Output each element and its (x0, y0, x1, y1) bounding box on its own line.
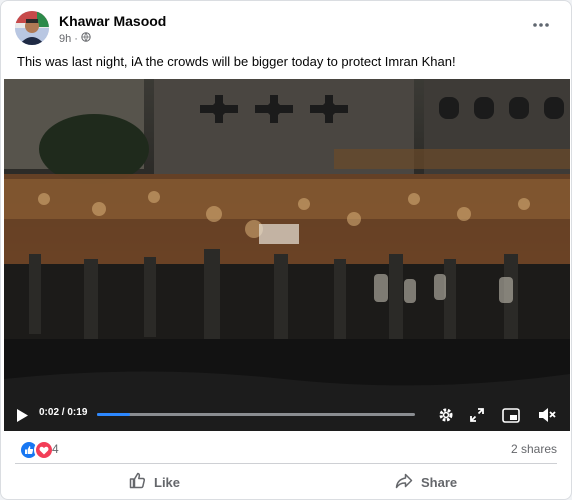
post-header: Khawar Masood 9h · (1, 1, 571, 47)
progress-bar[interactable] (97, 413, 415, 416)
muted-speaker-icon[interactable] (537, 405, 557, 425)
love-reaction-icon (34, 440, 54, 460)
video-time: 0:02 / 0:19 (39, 407, 87, 418)
share-label: Share (421, 474, 458, 490)
author-name[interactable]: Khawar Masood (59, 13, 166, 29)
post-meta: 9h · (59, 32, 91, 45)
reaction-count[interactable]: 4 (52, 442, 59, 456)
share-count[interactable]: 2 shares (511, 442, 557, 456)
expand-icon[interactable] (467, 405, 487, 425)
picture-in-picture-icon[interactable] (501, 405, 521, 425)
author-avatar[interactable] (15, 11, 49, 45)
post-time[interactable]: 9h (59, 33, 71, 45)
current-time: 0:02 (39, 407, 60, 418)
video-frame (4, 79, 570, 431)
like-button[interactable]: Like (129, 469, 180, 495)
globe-icon (81, 32, 91, 45)
post-caption: This was last night, iA the crowds will … (17, 54, 456, 69)
divider (15, 463, 557, 464)
thumbs-up-icon (129, 472, 146, 492)
play-icon[interactable] (16, 409, 28, 427)
gear-icon[interactable] (436, 405, 456, 425)
share-button[interactable]: Share (395, 469, 457, 495)
video-player[interactable]: 0:02 / 0:19 (4, 79, 570, 431)
progress-fill (97, 413, 131, 416)
share-arrow-icon (395, 473, 413, 492)
like-label: Like (154, 474, 181, 490)
video-controls: 0:02 / 0:19 (4, 399, 570, 431)
post-stats: 4 2 shares (1, 433, 571, 461)
separator-dot: · (74, 32, 78, 45)
more-horizontal-icon[interactable] (531, 15, 551, 35)
post-card: Khawar Masood 9h · This was last night, … (0, 0, 572, 500)
duration: 0:19 (67, 407, 88, 418)
reaction-icons[interactable] (19, 440, 54, 460)
